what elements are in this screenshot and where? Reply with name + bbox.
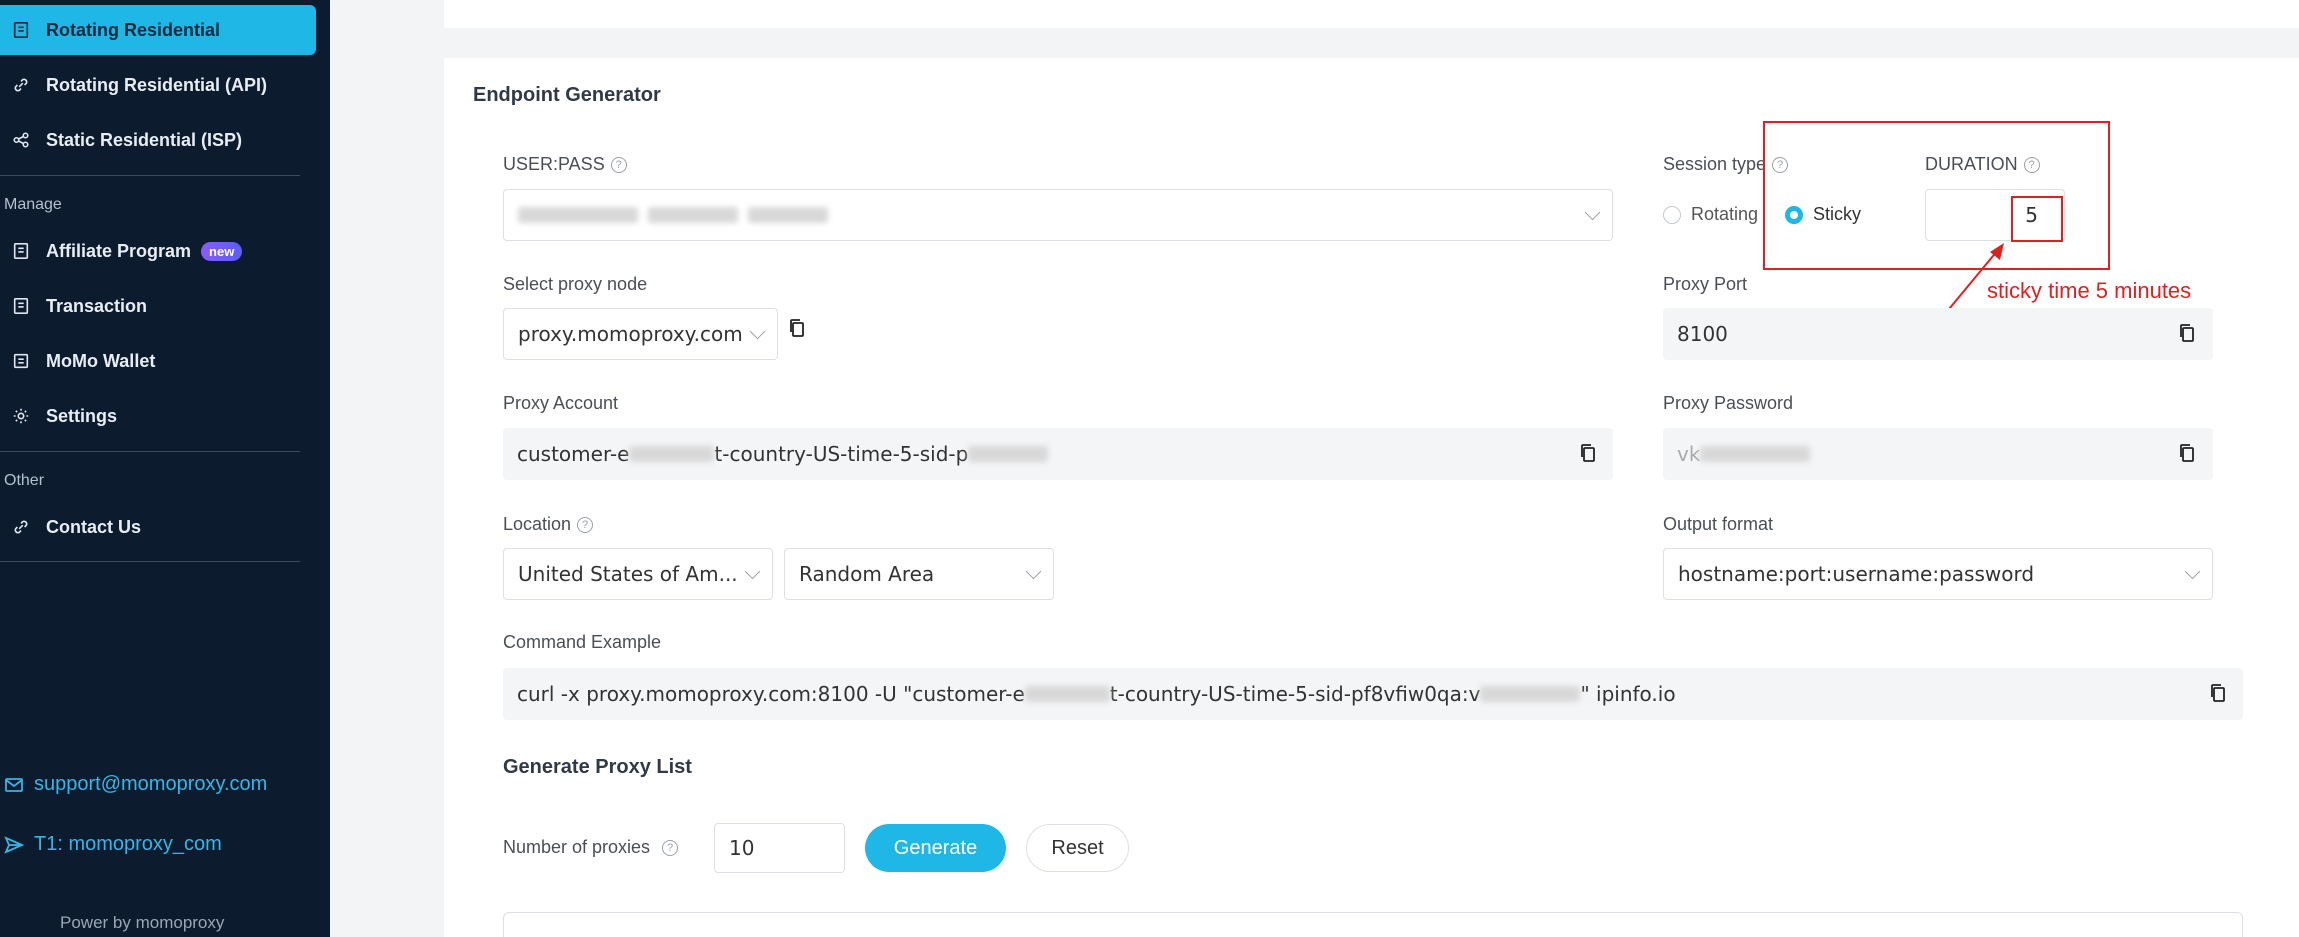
annotation-box-small	[2011, 196, 2063, 242]
help-icon[interactable]: ?	[662, 839, 679, 856]
sidebar-item-label: Rotating Residential (API)	[46, 74, 268, 95]
number-of-proxies-input[interactable]: 10	[714, 823, 845, 873]
sidebar-divider	[0, 451, 300, 452]
redacted-text	[629, 446, 715, 462]
chevron-down-icon	[1025, 563, 1042, 580]
new-badge: new	[201, 241, 243, 261]
sidebar-item-contact-us[interactable]: Contact Us	[0, 502, 141, 552]
copy-icon[interactable]	[788, 318, 806, 338]
generate-proxy-list-title: Generate Proxy List	[503, 756, 692, 778]
section-label-manage: Manage	[4, 196, 62, 213]
top-card	[444, 0, 2299, 28]
gear-icon	[10, 407, 32, 425]
powered-by: Power by momoproxy	[60, 913, 225, 932]
redacted-text	[748, 207, 828, 223]
command-example-field[interactable]: curl -x proxy.momoproxy.com:8100 -U "cus…	[503, 668, 2243, 720]
sidebar-item-settings[interactable]: Settings	[0, 391, 117, 441]
section-label-other: Other	[4, 472, 45, 489]
proxy-password-field[interactable]: vk	[1663, 428, 2213, 480]
sidebar-item-rotating-residential[interactable]: Rotating Residential	[0, 5, 316, 55]
page-title: Endpoint Generator	[473, 84, 661, 106]
radio-dot	[1663, 205, 1681, 224]
redacted-text	[1480, 686, 1581, 702]
generate-button[interactable]: Generate	[865, 824, 1006, 872]
help-icon[interactable]: ?	[610, 156, 627, 173]
proxy-account-field[interactable]: customer-e t-country-US-time-5-sid-p	[503, 428, 1613, 480]
sidebar-item-momo-wallet[interactable]: MoMo Wallet	[0, 336, 155, 386]
sidebar-item-label: Settings	[46, 405, 118, 426]
sidebar-item-affiliate-program[interactable]: Affiliate Program new	[0, 226, 243, 276]
sidebar-item-transaction[interactable]: Transaction	[0, 281, 147, 331]
sidebar-item-label: Affiliate Program	[46, 240, 192, 261]
help-icon[interactable]: ?	[577, 516, 594, 533]
mail-icon	[5, 777, 23, 792]
command-example-label: Command Example	[503, 632, 662, 652]
copy-icon[interactable]	[2178, 443, 2196, 463]
annotation-text: sticky time 5 minutes	[1987, 278, 2192, 303]
sidebar-divider	[0, 175, 300, 176]
redacted-text	[968, 446, 1049, 462]
redacted-text	[1024, 686, 1110, 702]
chevron-down-icon	[1584, 204, 1601, 221]
chevron-down-icon	[744, 563, 761, 580]
sidebar-item-label: MoMo Wallet	[46, 350, 156, 371]
redacted-text	[518, 207, 638, 223]
output-format-label: Output format	[1663, 514, 1774, 534]
sidebar-item-rotating-residential-api[interactable]: Rotating Residential (API)	[0, 60, 267, 110]
link-icon	[10, 76, 32, 94]
copy-icon[interactable]	[1579, 443, 1597, 463]
location-label: Location ?	[503, 514, 594, 535]
copy-icon[interactable]	[2178, 323, 2196, 343]
document-icon	[10, 242, 32, 260]
reset-button[interactable]: Reset	[1026, 824, 1129, 872]
proxy-port-label: Proxy Port	[1663, 274, 1748, 294]
sidebar-item-static-residential[interactable]: Static Residential (ISP)	[0, 115, 242, 165]
session-rotating-radio[interactable]: Rotating	[1663, 204, 1758, 225]
wallet-icon	[10, 352, 32, 370]
redacted-text	[1700, 446, 1811, 462]
location-country-select[interactable]: United States of Am...	[503, 548, 773, 600]
proxy-node-select[interactable]: proxy.momoproxy.com	[503, 308, 778, 360]
output-format-select[interactable]: hostname:port:username:password	[1663, 548, 2213, 600]
sidebar: Rotating Residential Rotating Residentia…	[0, 0, 330, 937]
proxy-password-label: Proxy Password	[1663, 393, 1794, 413]
link-icon	[10, 518, 32, 536]
proxy-port-field[interactable]: 8100	[1663, 308, 2213, 360]
network-icon	[10, 131, 32, 149]
send-icon	[4, 835, 24, 854]
userpass-select[interactable]	[503, 189, 1613, 241]
sidebar-item-label: Rotating Residential	[46, 19, 221, 40]
number-of-proxies-label: Number of proxies ?	[503, 837, 679, 858]
copy-icon[interactable]	[2209, 683, 2227, 703]
telegram-link[interactable]: T1: momoproxy_com	[4, 833, 222, 856]
document-icon	[10, 21, 32, 39]
sidebar-item-label: Transaction	[46, 295, 148, 316]
redacted-text	[648, 207, 738, 223]
proxy-list-output[interactable]	[503, 912, 2243, 937]
sidebar-item-label: Contact Us	[46, 516, 142, 537]
proxy-account-label: Proxy Account	[503, 393, 619, 413]
chevron-down-icon	[749, 323, 766, 340]
location-area-select[interactable]: Random Area	[784, 548, 1054, 600]
proxy-node-label: Select proxy node	[503, 274, 648, 294]
userpass-label: USER:PASS ?	[503, 154, 627, 175]
chevron-down-icon	[2184, 563, 2201, 580]
document-icon	[10, 297, 32, 315]
sidebar-divider	[0, 561, 300, 562]
support-email-link[interactable]: support@momoproxy.com	[4, 773, 267, 796]
sidebar-item-label: Static Residential (ISP)	[46, 129, 243, 150]
